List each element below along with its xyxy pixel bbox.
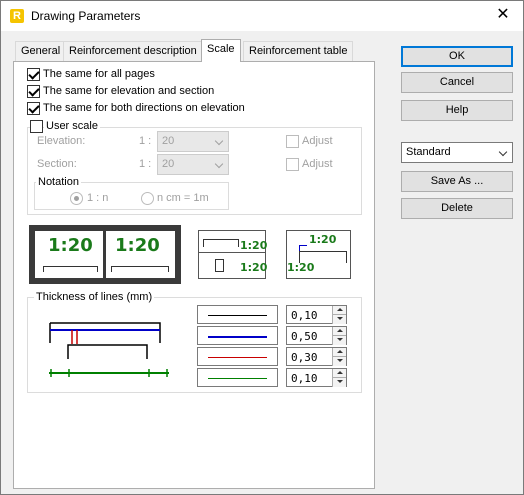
- thickness-spinner-green[interactable]: 0,10: [286, 368, 347, 387]
- preview-scale-text: 1:20: [115, 235, 160, 256]
- close-icon[interactable]: ✕: [493, 5, 513, 25]
- notation-ncm-radio[interactable]: [141, 192, 154, 205]
- thickness-spinner-red[interactable]: 0,30: [286, 347, 347, 366]
- line-color-black[interactable]: [197, 305, 278, 324]
- thickness-spinner-blue[interactable]: 0,50: [286, 326, 347, 345]
- section-label: Section:: [37, 158, 77, 170]
- tab-reinforcement-table[interactable]: Reinforcement table: [243, 41, 354, 61]
- notation-1n-radio[interactable]: [70, 192, 83, 205]
- spin-up-icon[interactable]: [332, 327, 346, 336]
- line-sample: [208, 357, 267, 358]
- chevron-down-icon: [498, 147, 508, 157]
- tab-scale[interactable]: Scale: [201, 39, 241, 62]
- user-scale-checkbox[interactable]: [30, 120, 43, 133]
- window-title: Drawing Parameters: [31, 9, 141, 23]
- thickness-value: 0,50: [291, 330, 318, 343]
- chevron-down-icon: [214, 136, 224, 146]
- elevation-adjust-checkbox[interactable]: [286, 135, 299, 148]
- thickness-value: 0,10: [291, 372, 318, 385]
- line-color-red[interactable]: [197, 347, 278, 366]
- spin-up-icon[interactable]: [332, 369, 346, 378]
- line-color-green[interactable]: [197, 368, 278, 387]
- section-scale-select[interactable]: 20: [157, 154, 229, 175]
- tab-general[interactable]: General: [15, 41, 67, 61]
- same-both-dirs-checkbox[interactable]: [27, 102, 40, 115]
- same-all-pages-label: The same for all pages: [43, 68, 155, 80]
- layout-preview-side-by-side[interactable]: 1:20 1:20: [29, 225, 181, 284]
- cancel-button[interactable]: Cancel: [401, 72, 513, 93]
- preview-scale-text: 1:20: [240, 239, 268, 252]
- notation-title: Notation: [36, 176, 81, 188]
- section-scale-value: 20: [162, 158, 175, 170]
- save-as-button[interactable]: Save As ...: [401, 171, 513, 192]
- dialog-window: R Drawing Parameters ✕ General Reinforce…: [0, 0, 524, 495]
- preview-divider: [199, 252, 265, 253]
- ok-button[interactable]: OK: [401, 46, 513, 67]
- spin-down-icon[interactable]: [332, 315, 346, 324]
- notation-1n-label: 1 : n: [87, 192, 109, 204]
- help-button[interactable]: Help: [401, 100, 513, 121]
- section-adjust-checkbox[interactable]: [286, 158, 299, 171]
- preset-select[interactable]: Standard: [401, 142, 513, 163]
- spin-down-icon[interactable]: [332, 378, 346, 387]
- thickness-value: 0,10: [291, 309, 318, 322]
- same-all-pages-checkbox[interactable]: [27, 68, 40, 81]
- line-sample: [208, 315, 267, 316]
- same-elev-section-checkbox[interactable]: [27, 85, 40, 98]
- line-sample: [208, 336, 267, 338]
- preview-beam-shape: [43, 266, 98, 272]
- chevron-down-icon: [214, 159, 224, 169]
- elevation-adjust-label: Adjust: [302, 135, 333, 147]
- thickness-value: 0,30: [291, 351, 318, 364]
- line-sample: [208, 378, 267, 379]
- user-scale-label: User scale: [44, 120, 100, 132]
- spin-down-icon[interactable]: [332, 357, 346, 366]
- app-icon: R: [10, 9, 24, 23]
- elevation-scale-select[interactable]: 20: [157, 131, 229, 152]
- preview-scale-text: 1:20: [287, 261, 315, 274]
- layout-preview-combined[interactable]: 1:20 1:20: [286, 230, 351, 279]
- preview-scale-text: 1:20: [309, 233, 337, 246]
- thickness-illustration: [49, 322, 169, 377]
- preview-section-shape: [215, 259, 224, 272]
- same-both-dirs-label: The same for both directions on elevatio…: [43, 102, 245, 114]
- line-color-blue[interactable]: [197, 326, 278, 345]
- elevation-label: Elevation:: [37, 135, 86, 147]
- preview-beam-shape: [203, 239, 239, 247]
- preview-beam-shape: [111, 266, 169, 272]
- spin-down-icon[interactable]: [332, 336, 346, 345]
- title-bar: R Drawing Parameters ✕: [1, 1, 523, 31]
- preview-scale-text: 1:20: [48, 235, 93, 256]
- same-elev-section-label: The same for elevation and section: [43, 85, 215, 97]
- thickness-spinner-black[interactable]: 0,10: [286, 305, 347, 324]
- preview-scale-text: 1:20: [240, 261, 268, 274]
- illustration-black-line: [67, 344, 148, 359]
- section-adjust-label: Adjust: [302, 158, 333, 170]
- spin-up-icon[interactable]: [332, 348, 346, 357]
- elevation-ratio-prefix: 1 :: [139, 135, 152, 147]
- preset-value: Standard: [406, 146, 451, 158]
- tab-reinforcement-description[interactable]: Reinforcement description: [63, 41, 203, 61]
- spin-up-icon[interactable]: [332, 306, 346, 315]
- illustration-black-line: [50, 322, 161, 343]
- thickness-title: Thickness of lines (mm): [34, 291, 155, 303]
- delete-button[interactable]: Delete: [401, 198, 513, 219]
- layout-preview-stacked[interactable]: 1:20 1:20: [198, 230, 268, 279]
- section-ratio-prefix: 1 :: [139, 158, 152, 170]
- preview-right-panel: 1:20: [106, 231, 175, 278]
- preview-left-panel: 1:20: [35, 231, 103, 278]
- elevation-scale-value: 20: [162, 135, 175, 147]
- notation-ncm-label: n cm = 1m: [157, 192, 209, 204]
